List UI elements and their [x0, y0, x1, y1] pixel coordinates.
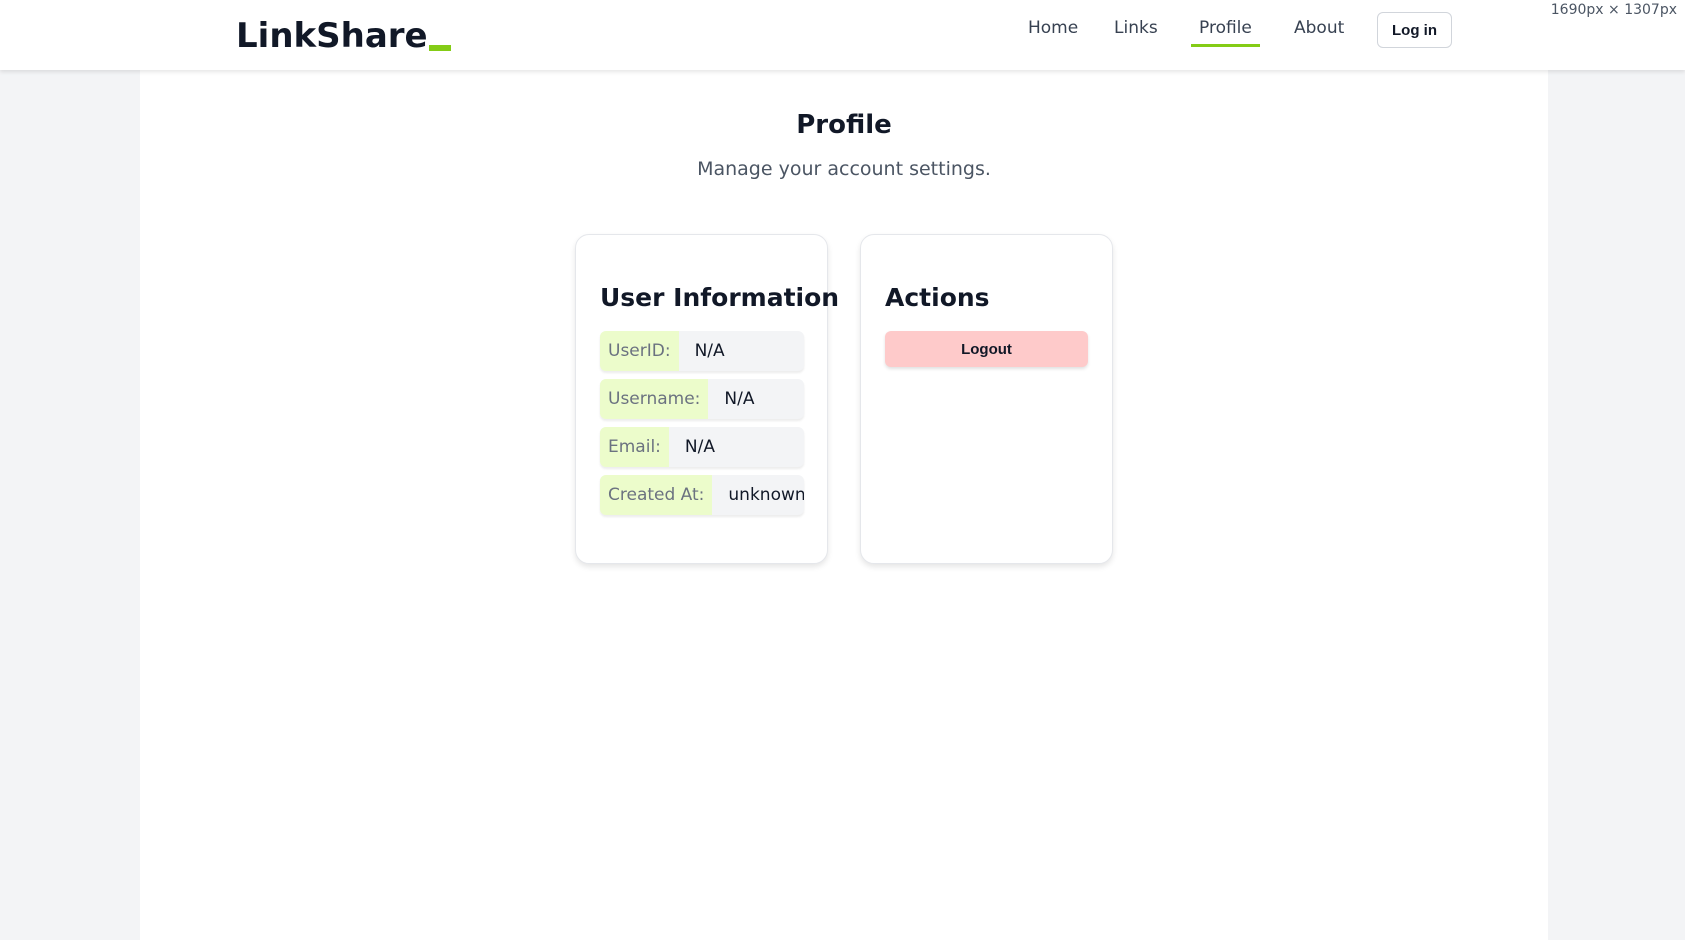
actions-title: Actions: [885, 283, 990, 312]
username-label: Username:: [600, 379, 709, 419]
main-content: Profile Manage your account settings. Us…: [140, 70, 1548, 940]
email-label: Email:: [600, 427, 669, 467]
page-title: Profile: [796, 110, 892, 140]
created-at-label: Created At:: [600, 475, 713, 515]
info-row-created-at: Created At: unknown: [600, 475, 804, 515]
nav-link-about[interactable]: About: [1286, 18, 1352, 44]
login-button[interactable]: Log in: [1377, 12, 1452, 48]
info-row-userid: UserID: N/A: [600, 331, 804, 371]
created-at-value: unknown: [728, 485, 804, 505]
viewport-size-label: 1690px × 1307px: [1550, 2, 1677, 18]
info-row-email: Email: N/A: [600, 427, 804, 467]
email-value: N/A: [684, 437, 715, 457]
page-subtitle: Manage your account settings.: [697, 158, 991, 180]
userid-value: N/A: [694, 341, 725, 361]
top-navbar: LinkShare Home Links Profile About Log i…: [0, 0, 1685, 70]
username-value: N/A: [724, 389, 755, 409]
actions-card: Actions Logout: [860, 234, 1113, 564]
user-information-title: User Information: [600, 283, 840, 312]
userid-label: UserID:: [600, 331, 679, 371]
brand-logo[interactable]: LinkShare: [236, 16, 451, 56]
user-information-card: User Information UserID: N/A Username: N…: [575, 234, 839, 564]
nav-link-home[interactable]: Home: [1020, 18, 1086, 44]
brand-name: LinkShare: [236, 16, 428, 56]
logout-button[interactable]: Logout: [885, 331, 1088, 367]
brand-underscore-icon: [428, 45, 451, 51]
info-row-username: Username: N/A: [600, 379, 804, 419]
nav-link-links[interactable]: Links: [1106, 18, 1166, 44]
nav-link-profile[interactable]: Profile: [1191, 18, 1260, 47]
